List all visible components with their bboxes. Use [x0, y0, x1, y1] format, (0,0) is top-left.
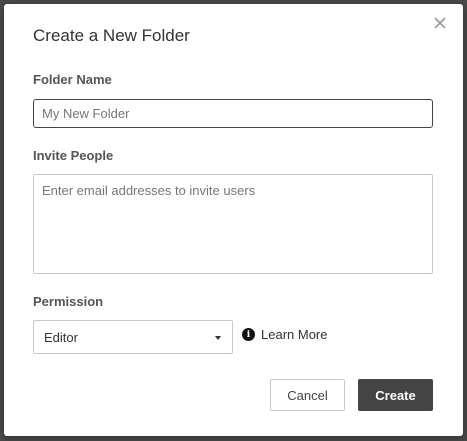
permission-select[interactable]: Editor — [33, 320, 233, 354]
folder-name-input[interactable] — [33, 99, 433, 128]
learn-more-label: Learn More — [261, 327, 328, 342]
close-icon[interactable] — [431, 14, 449, 32]
permission-selected-value: Editor — [44, 330, 78, 345]
learn-more-link[interactable]: i Learn More — [242, 327, 327, 342]
permission-label: Permission — [33, 294, 104, 309]
create-button[interactable]: Create — [358, 379, 433, 411]
caret-down-icon — [215, 336, 221, 340]
invite-email-textarea[interactable] — [33, 174, 433, 274]
info-icon: i — [242, 328, 255, 341]
create-folder-dialog: Create a New Folder Folder Name Invite P… — [4, 4, 463, 436]
folder-name-label: Folder Name — [33, 72, 112, 87]
dialog-title: Create a New Folder — [33, 26, 190, 45]
invite-people-label: Invite People — [33, 148, 114, 163]
cancel-button[interactable]: Cancel — [270, 379, 345, 411]
